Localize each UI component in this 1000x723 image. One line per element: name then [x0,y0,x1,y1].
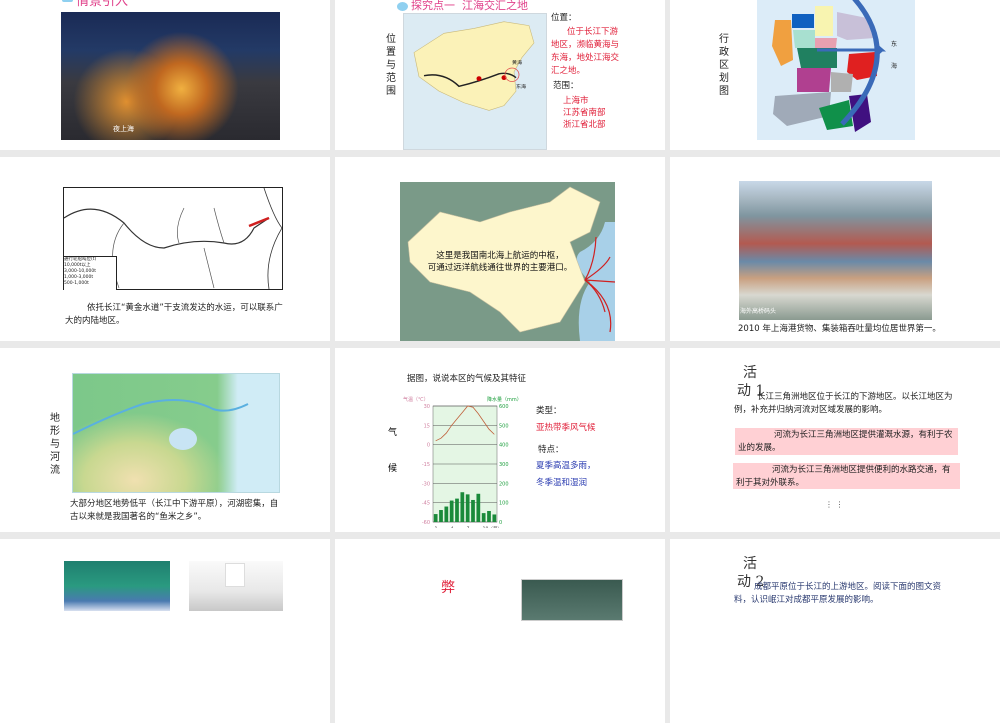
book-icon [397,2,408,11]
precip-bar [460,492,465,522]
y-tick-left: -45 [422,501,430,507]
climate-chart: 30 600 15 500 0 400 -15 300 -30 200 -45 100 -60 0 气温（℃… [403,396,522,528]
shipping-routes-map: 这里是我国南北海上航运的中枢， 可通过远洋航线通往世界的主要港口。 [400,182,616,341]
side-label: 位置与范围 [386,34,396,97]
svg-text:海: 海 [891,62,897,70]
activity-intro: 成都平原位于长江的上游地区。阅读下面的图文资料，认识岷江对成都平原发展的影响。 [734,582,942,605]
precip-bar [492,514,497,522]
precip-bar [481,513,486,522]
x-tick: 4 [451,526,454,528]
fishing-photo [64,561,170,611]
slide-text: 大部分地区地势低平（长江中下游平原），河湖密集，自古以来就是我国著名的“鱼米之乡… [70,499,279,522]
book-icon [62,0,73,2]
legend-item: 500-1,000t [64,281,89,286]
terrain-map [72,373,280,493]
china-map: 黄海 东海 [403,13,547,150]
x-tick: 7 [467,526,470,528]
administrative-map: 东 海 [757,0,915,140]
slide-thumbnail-4[interactable]: 通行轮船吨位(t) 10,000t以上 3,000-10,000t 1,000-… [0,157,330,341]
location-text: 位于长江下游地区，濒临黄海与东海，地处江海交汇之地。 [551,27,620,76]
y-tick-right: 500 [499,423,509,429]
scope-label: 范围： [553,81,579,91]
yangtze-waterway-map: 通行轮船吨位(t) 10,000t以上 3,000-10,000t 1,000-… [63,187,283,290]
answer-box-2: 河流为长江三角洲地区提供便利的水路交通，有利于其对外联系。 [733,463,960,489]
y-axis-label-right: 降水量（mm） [487,396,522,403]
precip-bar [444,506,449,522]
slide-text: 2010 年上海港货物、集装箱吞吐量均位居世界第一。 [738,324,941,334]
y-tick-left: 0 [427,443,430,449]
slide-thumbnail-6[interactable]: 海外高桥码头 2010 年上海港货物、集装箱吞吐量均位居世界第一。 [670,157,1000,341]
type-value: 亚热带季风气候 [536,423,596,433]
side-label: 行政区划图 [719,34,729,97]
slide-thumbnail-8[interactable]: 据图，说说本区的气候及其特征 气 候 30 600 15 500 0 400 -15 300-… [335,348,665,532]
y-tick-right: 400 [499,443,509,449]
slide-thumbnail-1[interactable]: 情景引入 夜上海 [0,0,330,150]
y-tick-right: 0 [499,520,502,526]
precip-bar [476,493,481,522]
feature-text: 冬季温和湿润 [536,478,588,488]
slide-title: 探究点一 江海交汇之地 [411,0,528,12]
overlay-text-line: 这里是我国南北海上航运的中枢， [436,251,564,261]
slide-text: 依托长江“黄金水道”干支流发达的水运，可以联系广大的内陆地区。 [65,303,283,326]
svg-text:东海: 东海 [516,83,526,90]
overlay-text-line: 可通过远洋航线通往世界的主要港口。 [427,263,573,273]
shanghai-night-photo: 夜上海 [61,12,280,140]
slide-thumbnail-11[interactable]: 弊 [335,539,665,723]
precip-bar [449,500,454,522]
y-tick-right: 300 [499,462,509,468]
answer-box-1: 河流为长江三角洲地区提供灌溉水源，有利于农业的发展。 [735,428,958,455]
photo-caption: 夜上海 [113,125,134,133]
activity-label: 活 [743,365,757,381]
water-filter-photo [189,561,283,611]
feature-text: 夏季高温多雨， [536,461,596,471]
ellipsis: ⋮ ⋮ [825,500,844,509]
slide-thumbnail-5[interactable]: 这里是我国南北海上航运的中枢， 可通过远洋航线通往世界的主要港口。 [335,157,665,341]
scope-item: 浙江省北部 [563,120,606,130]
slide-thumbnail-3[interactable]: 行政区划图 东 海 [670,0,1000,150]
svg-text:东: 东 [891,40,897,48]
slide-thumbnail-9[interactable]: 活 动 1 长江三角洲地区位于长江的下游地区。以长江地区为例，补充并归纳河流对区… [670,348,1000,532]
type-label: 类型： [536,406,562,416]
y-tick-left: -15 [422,462,430,468]
activity-label: 活 [743,556,757,572]
y-tick-left: 15 [424,423,430,429]
slide-thumbnail-7[interactable]: 地形与河流 大部分地区地势低平（长江中下游平原），河湖密集，自古以来就是我国著名… [0,348,330,532]
svg-text:黄海: 黄海 [512,59,522,66]
precip-bar [465,494,470,522]
feature-label: 特点： [538,445,564,455]
slide-thumbnail-2[interactable]: 探究点一 江海交汇之地 位置与范围 黄海 东海 位置： 位于长江下游地区，濒临黄… [335,0,665,150]
photo-caption: 海外高桥码头 [740,308,777,315]
precip-bar [439,510,443,522]
precip-bar [455,498,459,522]
y-axis-label-left: 气温（℃） [403,396,429,403]
activity-intro: 长江三角洲地区位于长江的下游地区。以长江地区为例，补充并归纳河流对区域发展的影响… [734,392,953,415]
disadvantage-label: 弊 [441,580,455,596]
location-label: 位置： [551,13,577,23]
overlay-text: 这里是我国南北海上航运的中枢， 可通过远洋航线通往世界的主要港口。 [400,250,600,274]
slide-thumbnail-10[interactable] [0,539,330,723]
map-legend: 通行轮船吨位(t) 10,000t以上 3,000-10,000t 1,000-… [64,256,117,290]
y-tick-left: -30 [422,481,430,487]
filter-cup [225,563,245,587]
y-tick-right: 600 [499,404,509,410]
river-photo [521,579,623,621]
precip-bar [487,510,491,522]
y-tick-left: 30 [424,404,430,410]
port-photo: 海外高桥码头 [739,181,932,320]
side-label: 地形与河流 [50,413,60,476]
slide-thumbnail-12[interactable]: 活 动 2 成都平原位于长江的上游地区。阅读下面的图文资料，认识岷江对成都平原发… [670,539,1000,723]
precip-bar [471,499,475,522]
y-tick-right: 100 [499,501,509,507]
slide-title: 情景引入 [76,0,129,9]
y-tick-right: 200 [499,481,509,487]
y-tick-left: -60 [422,520,430,526]
x-tick: 1 [435,526,438,528]
precip-bar [433,514,438,522]
slide-title: 据图，说说本区的气候及其特征 [407,374,527,384]
x-tick: 10（月） [483,526,502,528]
